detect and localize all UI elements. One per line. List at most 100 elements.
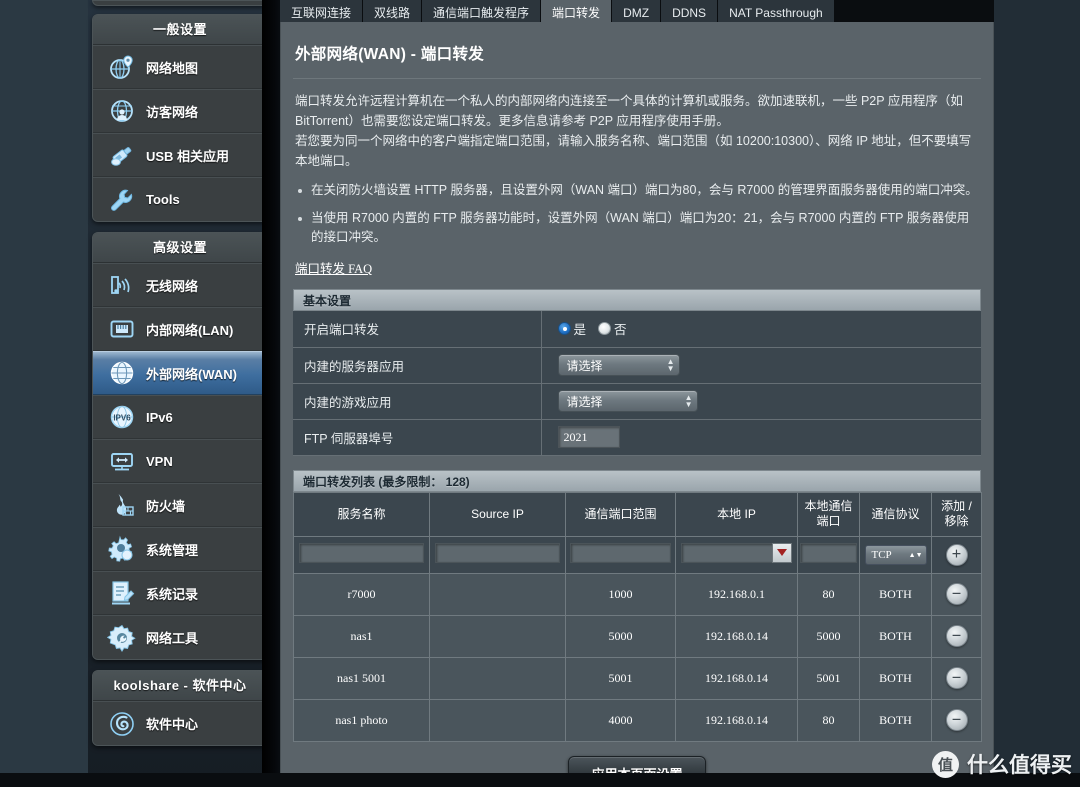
- sidebar-item-lan[interactable]: 内部网络(LAN): [93, 307, 267, 351]
- cell-protocol-select: TCP ▲▼: [859, 535, 932, 574]
- sidebar-item-wan[interactable]: 外部网络(WAN): [93, 351, 267, 395]
- tab-ddns[interactable]: DDNS: [661, 0, 719, 22]
- wrench-icon: [105, 183, 139, 217]
- form-row-famous-game-list: 内建的游戏应用 请选择 ▲ ▼: [293, 383, 981, 419]
- form-label: 内建的游戏应用: [293, 383, 542, 419]
- sidebar-item-administration[interactable]: 系统管理: [93, 527, 267, 571]
- chevron-updown-icon: ▲▼: [666, 357, 675, 373]
- table-row: nas1 5001 5001 192.168.0.14 5001 BOTH −: [293, 656, 982, 700]
- sidebar-item-label: VPN: [146, 453, 173, 469]
- remove-rule-button[interactable]: −: [945, 625, 968, 647]
- tab-nat-passthrough[interactable]: NAT Passthrough: [718, 0, 835, 22]
- sidebar-item-wireless[interactable]: 无线网络: [93, 263, 267, 307]
- service-name-input[interactable]: [299, 542, 424, 563]
- cell-local-ip-input: [675, 535, 798, 574]
- sidebar-group-advanced: 高级设置 无线网络 内部网络(LAN) 外部网络(WAN) IPV6 IPv6 …: [92, 232, 268, 660]
- port-list-header: 端口转发列表 (最多限制： 128): [293, 469, 981, 492]
- cell-remove-button: −: [931, 572, 982, 616]
- cell-local-ip: 192.168.0.14: [675, 698, 798, 742]
- cell-source-ip: [429, 572, 566, 616]
- radio-yes[interactable]: [557, 322, 571, 336]
- sidebar-top-stub: [92, 0, 268, 6]
- ftp-port-input[interactable]: [557, 426, 620, 448]
- cell-service-name: nas1 photo: [293, 698, 430, 742]
- right-background: [994, 0, 1080, 787]
- sidebar-item-ipv6[interactable]: IPV6 IPv6: [93, 395, 267, 439]
- note-item: 当使用 R7000 内置的 FTP 服务器功能时，设置外网（WAN 端口）端口为…: [295, 209, 979, 247]
- sidebar-item-label: USB 相关应用: [146, 148, 230, 164]
- cell-local-ip: 192.168.0.1: [675, 572, 798, 616]
- form-label: 开启端口转发: [293, 311, 542, 347]
- sidebar-item-usb-application[interactable]: USB 相关应用: [93, 133, 267, 177]
- col-add-remove: 添加 / 移除: [931, 491, 982, 537]
- network-tools-gear-icon: [105, 621, 139, 655]
- remove-rule-button[interactable]: −: [945, 667, 968, 689]
- chevron-updown-icon: ▲▼: [908, 550, 923, 559]
- cell-add-button: +: [931, 535, 982, 574]
- cell-service-name-input: [293, 535, 430, 574]
- form-row-enable-port-forwarding: 开启端口转发 是 否: [293, 311, 981, 347]
- basic-settings-table: 开启端口转发 是 否 内建的服务器应用 请选择 ▲ ▼ 内建的游戏应用 请选择 …: [293, 311, 981, 456]
- sidebar-item-label: 访客网络: [146, 104, 199, 120]
- tab-dmz[interactable]: DMZ: [612, 0, 662, 22]
- bottom-bar: [0, 773, 1080, 787]
- form-value: 请选择 ▲ ▼: [541, 347, 981, 383]
- port-list-wrap: 端口转发列表 (最多限制： 128) 服务名称 Source IP 通信端口范围…: [293, 469, 982, 742]
- col-service-name: 服务名称: [293, 491, 430, 537]
- remove-rule-button[interactable]: −: [945, 583, 968, 605]
- left-rail: [0, 0, 88, 787]
- local-ip-dropdown-button[interactable]: [772, 542, 793, 563]
- sidebar-item-guest-network[interactable]: 访客网络: [93, 89, 267, 133]
- tab-dual-wan[interactable]: 双线路: [363, 0, 423, 22]
- sidebar-item-label: IPv6: [146, 409, 173, 425]
- sidebar-item-softcenter[interactable]: 软件中心: [93, 701, 267, 745]
- form-row-ftp-port: FTP 伺服器埠号: [293, 419, 981, 455]
- guest-network-icon: [105, 94, 139, 128]
- cell-source-ip: [429, 614, 566, 658]
- sidebar-item-system-log[interactable]: 系统记录: [93, 571, 267, 615]
- sidebar-item-label: 软件中心: [146, 717, 199, 732]
- tab-port-trigger[interactable]: 通信端口触发程序: [422, 0, 542, 22]
- cell-local-ip: 192.168.0.14: [675, 656, 798, 700]
- protocol-select[interactable]: TCP ▲▼: [864, 544, 927, 565]
- sidebar-item-tools[interactable]: Tools: [93, 177, 267, 221]
- sidebar-group-general: 一般设置 网络地图 访客网络 USB 相关应用 Tools: [92, 14, 268, 222]
- local-port-input[interactable]: [800, 542, 857, 563]
- tab-bar: 互联网连接 双线路 通信端口触发程序 端口转发 DMZ DDNS NAT Pas…: [280, 0, 994, 22]
- sidebar-item-label: 无线网络: [146, 278, 199, 294]
- sidebar-item-network-tools[interactable]: 网络工具: [93, 615, 267, 659]
- port-range-input[interactable]: [570, 542, 671, 563]
- cell-service-name: r7000: [293, 572, 430, 616]
- sidebar-item-label: 系统管理: [146, 542, 199, 558]
- cell-local-ip: 192.168.0.14: [675, 614, 798, 658]
- add-rule-button[interactable]: +: [945, 543, 968, 566]
- sidebar-item-firewall[interactable]: 防火墙: [93, 483, 267, 527]
- sidebar-item-vpn[interactable]: VPN: [93, 439, 267, 483]
- famous-game-select[interactable]: 请选择 ▲ ▼: [557, 390, 698, 412]
- table-row: nas1 5000 192.168.0.14 5000 BOTH −: [293, 614, 982, 658]
- col-local-ip: 本地 IP: [675, 491, 798, 537]
- tab-internet-connection[interactable]: 互联网连接: [280, 0, 364, 22]
- table-row: r7000 1000 192.168.0.1 80 BOTH −: [293, 572, 982, 616]
- cell-local-port: 80: [797, 572, 860, 616]
- lan-icon: [105, 312, 139, 346]
- cell-protocol: BOTH: [859, 698, 932, 742]
- famous-server-select[interactable]: 请选择 ▲ ▼: [557, 354, 680, 376]
- radio-no[interactable]: [598, 322, 612, 336]
- cell-port-range: 5001: [565, 656, 676, 700]
- source-ip-input[interactable]: [435, 542, 560, 563]
- usb-application-icon: [105, 138, 139, 172]
- tab-port-forwarding[interactable]: 端口转发: [541, 0, 613, 22]
- cell-service-name: nas1 5001: [293, 656, 430, 700]
- wan-globe-icon: [105, 356, 139, 390]
- cell-protocol: BOTH: [859, 614, 932, 658]
- faq-link[interactable]: 端口转发 FAQ: [295, 258, 372, 277]
- sidebar-item-network-map[interactable]: 网络地图: [93, 45, 267, 89]
- sidebar-item-label: Tools: [146, 192, 180, 207]
- system-log-icon: [105, 576, 139, 610]
- radio-no-label: 否: [614, 323, 627, 338]
- remove-rule-button[interactable]: −: [945, 709, 968, 731]
- radio-yes-label: 是: [573, 323, 587, 338]
- local-ip-input[interactable]: [680, 542, 793, 563]
- famous-game-select-value: 请选择: [566, 394, 603, 409]
